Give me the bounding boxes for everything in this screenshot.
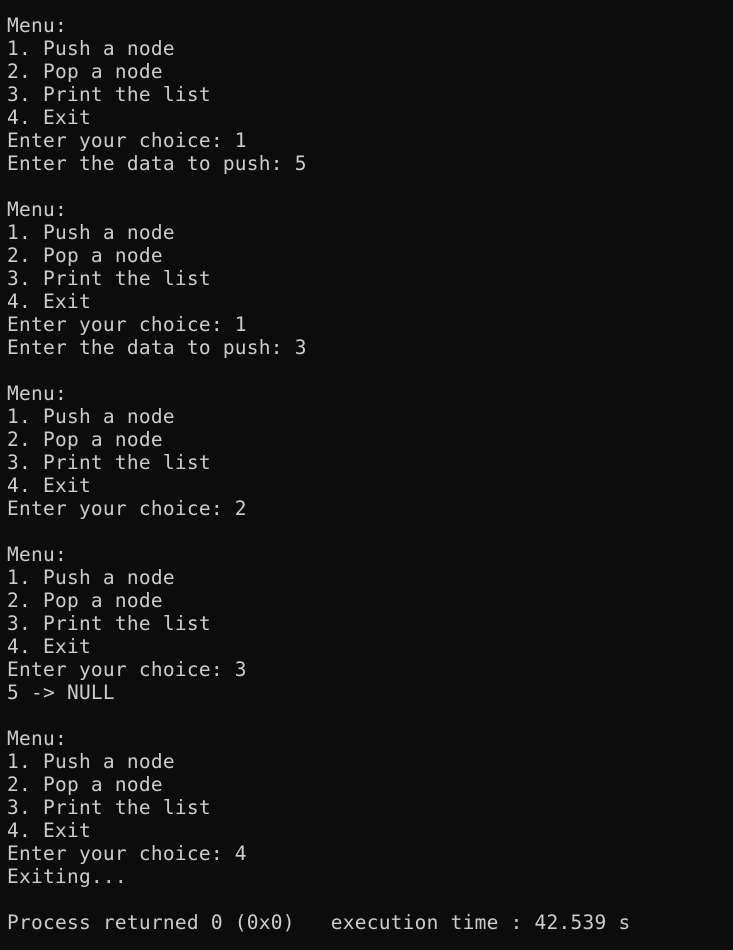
console-line: 4. Exit [7, 474, 91, 497]
console-line: 3. Print the list [7, 796, 211, 819]
console-line: Menu: [7, 543, 67, 566]
console-line: Enter your choice: 2 [7, 497, 247, 520]
process-status-line: Process returned 0 (0x0) execution time … [7, 911, 631, 934]
console-line: 2. Pop a node [7, 589, 163, 612]
console-line: 4. Exit [7, 819, 91, 842]
console-line: Enter the data to push: 3 [7, 336, 307, 359]
console-line: 2. Pop a node [7, 244, 163, 267]
console-line: 4. Exit [7, 290, 91, 313]
console-line: Menu: [7, 382, 67, 405]
console-line: 2. Pop a node [7, 60, 163, 83]
console-line: Enter your choice: 1 [7, 313, 247, 336]
console-line: 3. Print the list [7, 451, 211, 474]
console-line: 1. Push a node [7, 566, 175, 589]
console-line: 1. Push a node [7, 221, 175, 244]
console-output[interactable]: Menu: 1. Push a node 2. Pop a node 3. Pr… [0, 0, 733, 950]
console-line: Menu: [7, 198, 67, 221]
console-line: Enter your choice: 4 [7, 842, 247, 865]
console-line: Exiting... [7, 865, 127, 888]
console-line: 4. Exit [7, 635, 91, 658]
console-line: 3. Print the list [7, 612, 211, 635]
console-line: 4. Exit [7, 106, 91, 129]
console-line: 2. Pop a node [7, 428, 163, 451]
console-line: Menu: [7, 727, 67, 750]
console-line: Enter your choice: 1 [7, 129, 247, 152]
console-line: 3. Print the list [7, 267, 211, 290]
console-line: Enter your choice: 3 [7, 658, 247, 681]
console-line: 1. Push a node [7, 405, 175, 428]
console-line: 1. Push a node [7, 37, 175, 60]
console-line: 3. Print the list [7, 83, 211, 106]
console-line: 5 -> NULL [7, 681, 115, 704]
console-line: Menu: [7, 14, 67, 37]
console-line: Enter the data to push: 5 [7, 152, 307, 175]
console-line: 1. Push a node [7, 750, 175, 773]
console-line: 2. Pop a node [7, 773, 163, 796]
